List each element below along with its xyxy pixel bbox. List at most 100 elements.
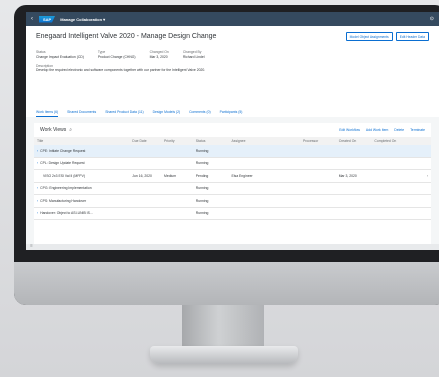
cell-title: › CPL: Design Update Request [34,157,130,170]
cell-completed-on [371,207,416,220]
table-header-row: Title Due Date Priority Status Assignee … [34,137,431,145]
cell-due-date [129,182,162,195]
cell-processor [299,207,336,220]
cell-title: › CPG: Engineering Implementation [34,182,130,195]
header-attributes: Status Change Impact Evaluation (CD) Typ… [36,50,429,59]
cell-nav [415,145,431,158]
cell-created-on [335,157,372,170]
cell-assignee [228,145,300,158]
shell-bar: ‹ SAP Manage Collaboration ▾ ⊙ [26,12,439,26]
monitor-chin [14,262,439,305]
cell-completed-on [371,145,416,158]
cell-processor [299,169,336,183]
row-title-text: Handover: Object to ASI-UNIB IS... [40,211,93,216]
table-title: Work Views ⌕ [40,127,72,133]
terminate-button[interactable]: Terminate [410,128,425,132]
cell-processor [299,145,336,158]
table-row[interactable]: › CPS: Manufacturing Handover Running [34,194,431,208]
tab-work-items[interactable]: Work Items (6) [36,110,59,117]
menu-icon[interactable]: ☰ [30,244,33,248]
table-title-text: Work Views [40,127,67,133]
cell-assignee [228,207,300,220]
expand-icon[interactable]: › [37,199,38,203]
delete-button[interactable]: Delete [394,128,404,132]
column-header-due-date[interactable]: Due Date [129,137,162,145]
expand-icon[interactable]: › [37,149,38,153]
attribute-label: Changed On [149,50,169,54]
edit-workflow-button[interactable]: Edit Workflow [339,128,360,132]
column-header-nav [415,137,431,145]
row-title-text: CPE: Initiate Change Request [40,148,86,153]
sap-logo[interactable]: SAP [39,15,56,23]
cell-assignee [228,182,300,195]
column-header-processor[interactable]: Processor [299,137,336,145]
cell-completed-on [371,169,416,183]
tab-shared-product-data[interactable]: Shared Product Data (11) [105,110,143,117]
attribute-status: Status Change Impact Evaluation (CD) [36,50,84,59]
cell-created-on [335,145,372,158]
table-actions: Edit Workflow Add Work Item Delete Termi… [339,128,425,132]
attribute-label: Changed By [182,50,202,54]
attribute-label: Status [36,50,46,54]
cell-assignee: Elsa Engineer [228,169,300,183]
attribute-changed-by: Changed By Richard Lindel [183,50,205,59]
description-text: Develop the required electronic and soft… [36,68,206,72]
user-icon[interactable]: ⊙ [430,16,434,22]
cell-title: › CPE: Initiate Change Request [34,145,130,158]
tab-design-models[interactable]: Design Models (2) [153,110,181,117]
work-items-table: Title Due Date Priority Status Assignee … [34,137,431,220]
column-header-status[interactable]: Status [192,137,229,145]
column-header-created-on[interactable]: Created On [335,137,372,145]
cell-processor [299,182,336,195]
table-row[interactable]: › CPE: Initiate Change Request Running [34,145,431,158]
object-header: Enegaard Intelligent Valve 2020 - Manage… [26,26,439,117]
expand-icon[interactable]: › [37,211,38,215]
attribute-label: Type [97,50,106,54]
search-icon[interactable]: ⌕ [69,127,72,133]
table-row[interactable]: › Handover: Object to ASI-UNIB IS... Runn… [34,207,431,220]
cell-nav [415,157,431,170]
back-icon[interactable]: ‹ [31,16,33,22]
row-title-text: CPL: Design Update Request [40,161,85,166]
expand-icon[interactable]: › [37,161,38,165]
cell-priority [161,157,193,170]
column-header-completed-on[interactable]: Completed On [371,137,416,145]
attribute-type: Type Product Change (CHNG) [98,50,136,59]
cell-nav [415,182,431,195]
work-items-panel: Work Views ⌕ Edit Workflow Add Work Item … [34,123,431,249]
table-row[interactable]: › CPL: Design Update Request Running [34,157,431,170]
cell-nav [415,194,431,208]
tab-comments[interactable]: Comments (0) [189,110,210,117]
column-header-assignee[interactable]: Assignee [228,137,300,145]
tab-shared-documents[interactable]: Shared Documents [67,110,96,117]
expand-icon[interactable]: › [37,186,38,190]
model-object-assignments-button[interactable]: Model Object Assignments [345,32,393,41]
attribute-value: Change Impact Evaluation (CD) [36,55,84,59]
column-header-priority[interactable]: Priority [161,137,193,145]
cell-completed-on [371,157,416,170]
monitor-stand-neck [182,305,264,351]
app-screen: ‹ SAP Manage Collaboration ▾ ⊙ Enegaard … [26,12,439,250]
cell-due-date [129,157,162,170]
cell-priority: Medium [161,169,193,183]
cell-processor [299,194,336,208]
cell-priority [161,207,193,220]
table-row[interactable]: VISO 2x3 ESI Val II (MFPV) Jun 16, 2020 … [34,169,431,183]
cell-due-date: Jun 16, 2020 [129,169,162,183]
column-header-title[interactable]: Title [34,137,130,145]
add-work-item-button[interactable]: Add Work Item [366,128,388,132]
cell-completed-on [371,194,416,208]
cell-due-date [129,207,162,220]
cell-status: Running [192,157,229,170]
description-block: Description Develop the required electro… [36,64,429,72]
row-title-text: CPG: Engineering Implementation [40,186,92,191]
table-row[interactable]: › CPG: Engineering Implementation Running [34,182,431,195]
chevron-right-icon[interactable]: › [415,169,431,183]
header-actions: Model Object Assignments Edit Header Dat… [345,32,429,41]
cell-title: VISO 2x3 ESI Val II (MFPV) [34,169,130,183]
app-title-menu[interactable]: Manage Collaboration ▾ [60,17,105,22]
cell-status: Running [192,207,229,220]
tab-participants[interactable]: Participants (5) [220,110,243,117]
cell-title: › Handover: Object to ASI-UNIB IS... [34,207,130,220]
edit-header-data-button[interactable]: Edit Header Data [395,32,429,41]
